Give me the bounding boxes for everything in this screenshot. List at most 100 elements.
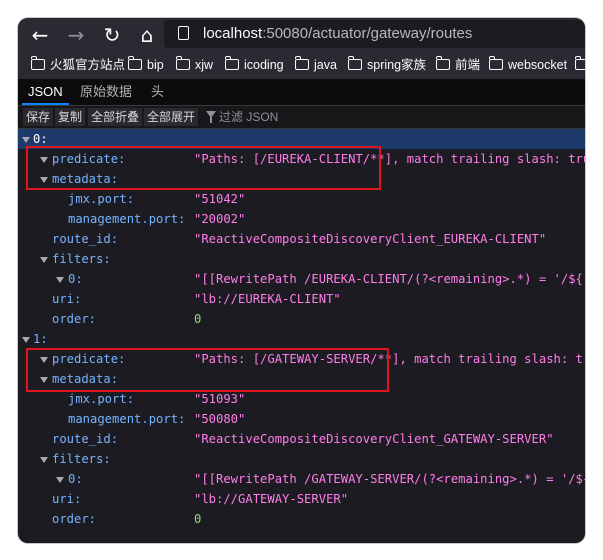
tree-row[interactable]: 0: "[[RewritePath /EUREKA-CLIENT/(?<rema… — [18, 269, 585, 289]
bookmark-item[interactable]: icoding — [224, 56, 284, 73]
url-bar[interactable]: localhost:50080/actuator/gateway/routes — [164, 20, 585, 48]
url-path: :50080/actuator/gateway/routes — [262, 25, 473, 42]
expand-all-button[interactable]: 全部展开 — [144, 108, 199, 126]
json-viewer-tabs: JSON 原始数据 头 — [18, 79, 585, 106]
json-value: "51042" — [194, 192, 246, 206]
tree-row[interactable]: 0: "[[RewritePath /GATEWAY-SERVER/(?<rem… — [18, 469, 585, 489]
folder-icon — [574, 56, 585, 70]
save-button[interactable]: 保存 — [23, 108, 54, 126]
tree-row[interactable]: filters: — [18, 449, 585, 469]
tab-headers[interactable]: 头 — [151, 79, 164, 105]
tree-row[interactable]: jmx.port: "51093" — [18, 389, 585, 409]
tree-row[interactable]: management.port: "20002" — [18, 209, 585, 229]
tree-row[interactable]: route_id: "ReactiveCompositeDiscoveryCli… — [18, 229, 585, 249]
home-icon[interactable]: ⌂ — [135, 23, 159, 47]
bookmark-item[interactable]: spring家族 — [347, 56, 427, 73]
bookmark-label: 火狐官方站点 — [50, 58, 126, 72]
bookmark-item[interactable]: 火狐官方站点 — [30, 56, 126, 73]
json-value: "ReactiveCompositeDiscoveryClient_GATEWA… — [194, 432, 554, 446]
expand-toggle-icon[interactable] — [22, 337, 30, 343]
json-key: management.port: — [68, 412, 186, 426]
json-key: order: — [52, 312, 97, 326]
tab-json[interactable]: JSON — [22, 79, 69, 105]
back-icon[interactable]: ← — [28, 23, 52, 47]
bookmark-label: websocket — [508, 58, 568, 72]
bookmark-label: 前端 — [455, 58, 481, 72]
bookmark-item[interactable]: xjw — [175, 56, 214, 73]
folder-icon — [435, 56, 450, 70]
bookmark-label: xjw — [195, 58, 214, 72]
collapse-all-button[interactable]: 全部折叠 — [88, 108, 143, 126]
json-key: 0: — [68, 472, 83, 486]
tree-row[interactable]: 1: — [18, 329, 585, 349]
json-key: route_id: — [52, 232, 119, 246]
tree-row[interactable]: jmx.port: "51042" — [18, 189, 585, 209]
json-key: management.port: — [68, 212, 186, 226]
highlight-box-route-0 — [26, 146, 381, 190]
expand-toggle-icon[interactable] — [56, 277, 64, 283]
json-key: jmx.port: — [68, 192, 135, 206]
json-key: route_id: — [52, 432, 119, 446]
tab-raw-data[interactable]: 原始数据 — [80, 79, 132, 105]
json-key: filters: — [52, 252, 111, 266]
browser-window: ← → ↻ ⌂ localhost:50080/actuator/gateway… — [18, 18, 585, 543]
bookmark-item[interactable]: 前端 — [435, 56, 481, 73]
tree-row[interactable]: route_id: "ReactiveCompositeDiscoveryCli… — [18, 429, 585, 449]
expand-toggle-icon[interactable] — [56, 477, 64, 483]
tree-row[interactable]: order: 0 — [18, 509, 585, 529]
bookmark-label: spring家族 — [367, 58, 427, 72]
url-host: localhost — [203, 25, 263, 42]
folder-icon — [347, 56, 362, 70]
json-key: 1: — [33, 332, 48, 346]
json-value: "20002" — [194, 212, 246, 226]
tree-row[interactable]: filters: — [18, 249, 585, 269]
bookmark-item[interactable]: java — [294, 56, 337, 73]
page-icon[interactable] — [178, 26, 189, 40]
folder-icon — [175, 56, 190, 70]
json-value: "[[RewritePath /GATEWAY-SERVER/(?<remain… — [194, 472, 585, 486]
url-text[interactable]: localhost:50080/actuator/gateway/routes — [203, 25, 472, 42]
tree-row[interactable]: order: 0 — [18, 309, 585, 329]
json-toolbar: 保存 复制 全部折叠 全部展开 过滤 JSON — [18, 106, 585, 129]
json-value: 0 — [194, 312, 202, 326]
highlight-box-route-1 — [26, 348, 389, 392]
folder-icon — [488, 56, 503, 70]
json-key: uri: — [52, 492, 82, 506]
bookmark-item[interactable]: bip — [127, 56, 164, 73]
folder-icon — [294, 56, 309, 70]
folder-icon — [127, 56, 142, 70]
bookmark-item-overflow[interactable] — [574, 56, 585, 73]
json-tree: 0: predicate: "Paths: [/EUREKA-CLIENT/**… — [18, 129, 585, 543]
folder-icon — [30, 56, 45, 70]
expand-toggle-icon[interactable] — [40, 457, 48, 463]
json-value: "lb://GATEWAY-SERVER" — [194, 492, 349, 506]
json-key: uri: — [52, 292, 82, 306]
json-value: "[[RewritePath /EUREKA-CLIENT/(?<remaini… — [194, 272, 585, 286]
bookmarks-bar: 火狐官方站点 bip xjw icoding java spring家族 前端 … — [18, 51, 585, 79]
folder-icon — [224, 56, 239, 70]
bookmark-label: java — [314, 58, 337, 72]
json-key: order: — [52, 512, 97, 526]
bookmark-item[interactable]: websocket — [488, 56, 568, 73]
json-value: "ReactiveCompositeDiscoveryClient_EUREKA… — [194, 232, 547, 246]
json-key: 0: — [68, 272, 83, 286]
filter-json-input[interactable]: 过滤 JSON — [219, 108, 399, 126]
tree-row[interactable]: management.port: "50080" — [18, 409, 585, 429]
json-value: "lb://EUREKA-CLIENT" — [194, 292, 341, 306]
tree-row[interactable]: uri: "lb://EUREKA-CLIENT" — [18, 289, 585, 309]
json-value: "51093" — [194, 392, 246, 406]
navigation-bar: ← → ↻ ⌂ localhost:50080/actuator/gateway… — [18, 18, 585, 51]
expand-toggle-icon[interactable] — [22, 137, 30, 143]
tree-row[interactable]: uri: "lb://GATEWAY-SERVER" — [18, 489, 585, 509]
forward-icon[interactable]: → — [64, 23, 88, 47]
reload-icon[interactable]: ↻ — [100, 23, 124, 47]
bookmark-label: bip — [147, 58, 164, 72]
json-value: 0 — [194, 512, 202, 526]
json-key: jmx.port: — [68, 392, 135, 406]
bookmark-label: icoding — [244, 58, 284, 72]
expand-toggle-icon[interactable] — [40, 257, 48, 263]
copy-button[interactable]: 复制 — [55, 108, 86, 126]
json-value: "50080" — [194, 412, 246, 426]
filter-icon — [206, 111, 216, 123]
json-key: filters: — [52, 452, 111, 466]
